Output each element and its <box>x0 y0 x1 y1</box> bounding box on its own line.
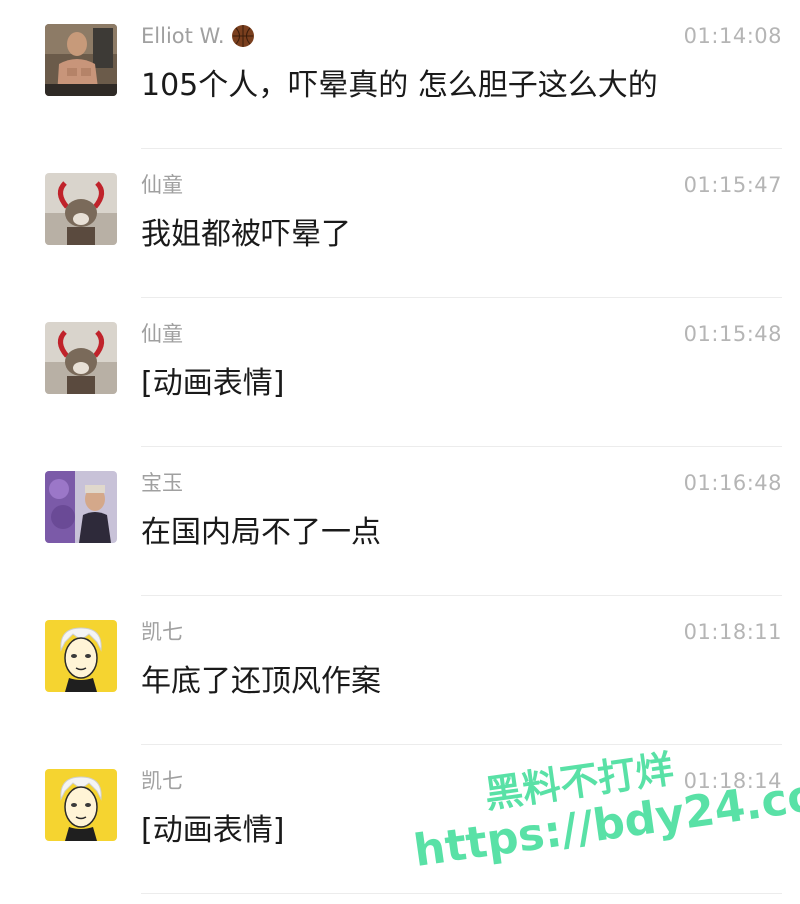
chat-message-list[interactable]: Elliot W. 01:14:08 105个人，吓晕真的 怎么胆子这么大的 仙… <box>0 0 800 899</box>
message-text[interactable]: 年底了还顶风作案 <box>141 662 381 702</box>
message-text[interactable]: 在国内局不了一点 <box>141 513 381 553</box>
sender-name: 仙童 <box>141 173 183 197</box>
avatar[interactable] <box>45 173 117 245</box>
xiantong-avatar-image <box>45 173 117 245</box>
message-item[interactable]: 宝玉 01:16:48 在国内局不了一点 <box>0 447 800 596</box>
sender-name: 仙童 <box>141 322 183 346</box>
message-time: 01:15:48 <box>683 322 782 346</box>
baoyu-avatar-image <box>45 471 117 543</box>
message-text[interactable]: 105个人，吓晕真的 怎么胆子这么大的 <box>141 66 658 106</box>
avatar[interactable] <box>45 471 117 543</box>
avatar[interactable] <box>45 620 117 692</box>
message-item[interactable]: 凯七 01:18:11 年底了还顶风作案 <box>0 596 800 745</box>
avatar[interactable] <box>45 24 117 96</box>
message-item[interactable]: 凯七 01:18:14 [动画表情] <box>0 745 800 894</box>
message-time: 01:18:11 <box>683 620 782 644</box>
message-item[interactable]: 仙童 01:15:47 我姐都被吓晕了 <box>0 149 800 298</box>
divider <box>141 893 782 894</box>
message-text[interactable]: [动画表情] <box>141 364 284 404</box>
message-time: 01:18:14 <box>683 769 782 793</box>
kaiqi-avatar-image <box>45 620 117 692</box>
basketball-icon <box>231 24 255 48</box>
avatar[interactable] <box>45 769 117 841</box>
kaiqi-avatar-image <box>45 769 117 841</box>
sender-name: 宝玉 <box>141 471 183 495</box>
message-time: 01:14:08 <box>683 24 782 48</box>
message-item[interactable]: Elliot W. 01:14:08 105个人，吓晕真的 怎么胆子这么大的 <box>0 0 800 149</box>
message-item[interactable]: 仙童 01:15:48 [动画表情] <box>0 298 800 447</box>
sender-name-text: Elliot W. <box>141 24 225 48</box>
message-text[interactable]: [动画表情] <box>141 811 284 851</box>
sender-name: 凯七 <box>141 620 183 644</box>
sender-name: Elliot W. <box>141 22 255 50</box>
message-time: 01:15:47 <box>683 173 782 197</box>
sender-name: 凯七 <box>141 769 183 793</box>
elliot-avatar-image <box>45 24 117 96</box>
avatar[interactable] <box>45 322 117 394</box>
message-time: 01:16:48 <box>683 471 782 495</box>
message-text[interactable]: 我姐都被吓晕了 <box>141 215 351 255</box>
xiantong-avatar-image <box>45 322 117 394</box>
